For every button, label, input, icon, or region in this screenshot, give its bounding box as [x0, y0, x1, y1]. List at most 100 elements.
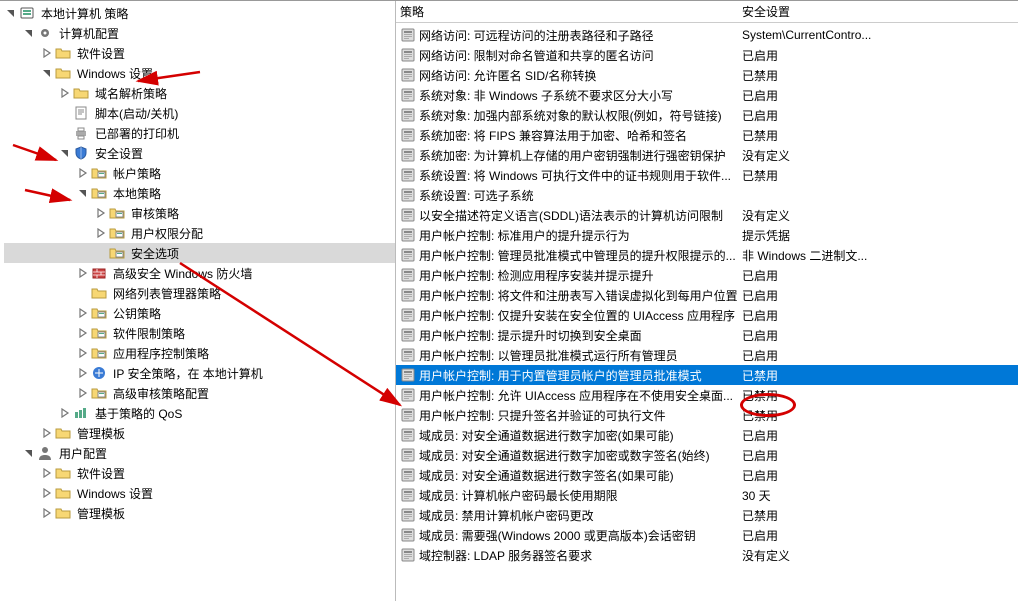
- policy-row[interactable]: 域成员: 禁用计算机帐户密码更改已禁用: [396, 505, 1018, 525]
- expand-icon[interactable]: [76, 306, 90, 320]
- expand-icon[interactable]: [94, 226, 108, 240]
- expand-icon[interactable]: [76, 346, 90, 360]
- tree-item[interactable]: 本地计算机 策略: [4, 3, 395, 23]
- folder-icon: [91, 285, 107, 301]
- expand-icon[interactable]: [76, 166, 90, 180]
- policy-row[interactable]: 系统加密: 将 FIPS 兼容算法用于加密、哈希和签名已禁用: [396, 125, 1018, 145]
- tree-item[interactable]: 脚本(启动/关机): [4, 103, 395, 123]
- policy-row[interactable]: 域控制器: LDAP 服务器签名要求没有定义: [396, 545, 1018, 565]
- tree-item[interactable]: 用户权限分配: [4, 223, 395, 243]
- tree-item-label: 用户配置: [56, 444, 110, 463]
- tree-item[interactable]: 管理模板: [4, 423, 395, 443]
- policy-setting: 30 天: [742, 487, 1018, 504]
- expand-icon[interactable]: [58, 406, 72, 420]
- expand-icon[interactable]: [76, 386, 90, 400]
- nav-tree: 本地计算机 策略计算机配置软件设置Windows 设置域名解析策略脚本(启动/关…: [0, 1, 395, 523]
- policy-row[interactable]: 用户帐户控制: 只提升签名并验证的可执行文件已禁用: [396, 405, 1018, 425]
- tree-item[interactable]: IP 安全策略，在 本地计算机: [4, 363, 395, 383]
- folderg-icon: [109, 225, 125, 241]
- tree-item[interactable]: 用户配置: [4, 443, 395, 463]
- folder-icon: [55, 505, 71, 521]
- tree-item-label: 安全选项: [128, 244, 182, 263]
- expand-icon[interactable]: [40, 466, 54, 480]
- policy-row[interactable]: 系统设置: 将 Windows 可执行文件中的证书规则用于软件...已禁用: [396, 165, 1018, 185]
- col-header-setting[interactable]: 安全设置: [742, 3, 1018, 20]
- expand-icon[interactable]: [40, 486, 54, 500]
- tree-item-label: 软件设置: [74, 44, 128, 63]
- expand-icon[interactable]: [76, 366, 90, 380]
- policy-row[interactable]: 用户帐户控制: 将文件和注册表写入错误虚拟化到每用户位置已启用: [396, 285, 1018, 305]
- expand-icon[interactable]: [76, 266, 90, 280]
- tree-item[interactable]: 计算机配置: [4, 23, 395, 43]
- policy-row[interactable]: 域成员: 对安全通道数据进行数字签名(如果可能)已启用: [396, 465, 1018, 485]
- policy-row[interactable]: 以安全描述符定义语言(SDDL)语法表示的计算机访问限制没有定义: [396, 205, 1018, 225]
- expand-icon[interactable]: [94, 206, 108, 220]
- tree-item[interactable]: 安全设置: [4, 143, 395, 163]
- expand-icon[interactable]: [58, 86, 72, 100]
- policy-row[interactable]: 域成员: 对安全通道数据进行数字加密或数字签名(始终)已启用: [396, 445, 1018, 465]
- tree-item[interactable]: 高级审核策略配置: [4, 383, 395, 403]
- policy-row[interactable]: 用户帐户控制: 以管理员批准模式运行所有管理员已启用: [396, 345, 1018, 365]
- policy-row[interactable]: 域成员: 对安全通道数据进行数字加密(如果可能)已启用: [396, 425, 1018, 445]
- tree-item[interactable]: 帐户策略: [4, 163, 395, 183]
- collapse-icon[interactable]: [58, 146, 72, 160]
- tree-item[interactable]: 域名解析策略: [4, 83, 395, 103]
- policy-name: 系统对象: 加强内部系统对象的默认权限(例如，符号链接): [419, 107, 742, 124]
- tree-item[interactable]: 软件限制策略: [4, 323, 395, 343]
- tree-item[interactable]: 安全选项: [4, 243, 395, 263]
- policy-icon: [400, 327, 416, 343]
- policy-row[interactable]: 系统设置: 可选子系统: [396, 185, 1018, 205]
- tree-item[interactable]: 管理模板: [4, 503, 395, 523]
- policy-name: 域成员: 对安全通道数据进行数字签名(如果可能): [419, 467, 742, 484]
- expand-icon[interactable]: [40, 426, 54, 440]
- policy-row[interactable]: 用户帐户控制: 管理员批准模式中管理员的提升权限提示的...非 Windows …: [396, 245, 1018, 265]
- tree-item[interactable]: 网络列表管理器策略: [4, 283, 395, 303]
- tree-item[interactable]: Windows 设置: [4, 483, 395, 503]
- policy-name: 用户帐户控制: 用于内置管理员帐户的管理员批准模式: [419, 367, 742, 384]
- expand-icon[interactable]: [40, 506, 54, 520]
- ipsec-icon: [91, 365, 107, 381]
- policy-row[interactable]: 系统加密: 为计算机上存储的用户密钥强制进行强密钥保护没有定义: [396, 145, 1018, 165]
- expand-icon[interactable]: [76, 326, 90, 340]
- policy-row[interactable]: 用户帐户控制: 检测应用程序安装并提示提升已启用: [396, 265, 1018, 285]
- policy-row[interactable]: 域成员: 需要强(Windows 2000 或更高版本)会话密钥已启用: [396, 525, 1018, 545]
- policy-row[interactable]: 网络访问: 允许匿名 SID/名称转换已禁用: [396, 65, 1018, 85]
- policy-row[interactable]: 用户帐户控制: 用于内置管理员帐户的管理员批准模式已禁用: [396, 365, 1018, 385]
- col-header-policy[interactable]: 策略: [400, 3, 742, 20]
- collapse-icon[interactable]: [22, 446, 36, 460]
- policy-name: 域成员: 对安全通道数据进行数字加密或数字签名(始终): [419, 447, 742, 464]
- policy-row[interactable]: 系统对象: 加强内部系统对象的默认权限(例如，符号链接)已启用: [396, 105, 1018, 125]
- collapse-icon[interactable]: [76, 186, 90, 200]
- policy-setting: 已启用: [742, 467, 1018, 484]
- policy-row[interactable]: 域成员: 计算机帐户密码最长使用期限30 天: [396, 485, 1018, 505]
- tree-item[interactable]: 应用程序控制策略: [4, 343, 395, 363]
- tree-item-label: IP 安全策略，在 本地计算机: [110, 364, 266, 383]
- policy-name: 用户帐户控制: 以管理员批准模式运行所有管理员: [419, 347, 742, 364]
- tree-item[interactable]: 已部署的打印机: [4, 123, 395, 143]
- collapse-icon[interactable]: [22, 26, 36, 40]
- policy-row[interactable]: 用户帐户控制: 仅提升安装在安全位置的 UIAccess 应用程序已启用: [396, 305, 1018, 325]
- policy-name: 用户帐户控制: 管理员批准模式中管理员的提升权限提示的...: [419, 247, 742, 264]
- tree-item[interactable]: 软件设置: [4, 463, 395, 483]
- policy-row[interactable]: 网络访问: 可远程访问的注册表路径和子路径System\CurrentContr…: [396, 25, 1018, 45]
- policy-row[interactable]: 用户帐户控制: 提示提升时切换到安全桌面已启用: [396, 325, 1018, 345]
- tree-item[interactable]: 公钥策略: [4, 303, 395, 323]
- policy-row[interactable]: 系统对象: 非 Windows 子系统不要求区分大小写已启用: [396, 85, 1018, 105]
- collapse-icon[interactable]: [4, 6, 18, 20]
- tree-item-label: 本地策略: [110, 184, 164, 203]
- tree-item[interactable]: 审核策略: [4, 203, 395, 223]
- tree-item[interactable]: 软件设置: [4, 43, 395, 63]
- tree-item[interactable]: Windows 设置: [4, 63, 395, 83]
- policy-name: 系统加密: 将 FIPS 兼容算法用于加密、哈希和签名: [419, 127, 742, 144]
- tree-item[interactable]: 高级安全 Windows 防火墙: [4, 263, 395, 283]
- tree-item[interactable]: 基于策略的 QoS: [4, 403, 395, 423]
- policy-name: 用户帐户控制: 标准用户的提升提示行为: [419, 227, 742, 244]
- policy-row[interactable]: 用户帐户控制: 标准用户的提升提示行为提示凭据: [396, 225, 1018, 245]
- collapse-icon[interactable]: [40, 66, 54, 80]
- tree-item[interactable]: 本地策略: [4, 183, 395, 203]
- policy-icon: [400, 147, 416, 163]
- tree-item-label: 帐户策略: [110, 164, 164, 183]
- policy-row[interactable]: 用户帐户控制: 允许 UIAccess 应用程序在不使用安全桌面...已禁用: [396, 385, 1018, 405]
- expand-icon[interactable]: [40, 46, 54, 60]
- policy-row[interactable]: 网络访问: 限制对命名管道和共享的匿名访问已启用: [396, 45, 1018, 65]
